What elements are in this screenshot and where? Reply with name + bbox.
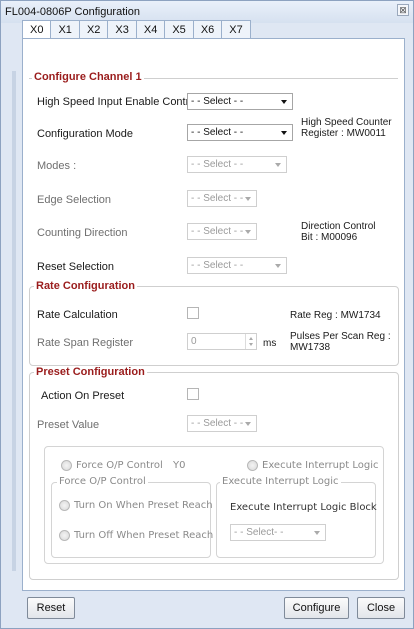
modes-select[interactable]: - - Select - - xyxy=(187,156,287,173)
span-label: Rate Span Register xyxy=(37,337,133,349)
counting-value: - - Select - - xyxy=(191,226,244,237)
reset-select[interactable]: - - Select - - xyxy=(187,257,287,274)
rate-reg-label: Rate Reg : MW1734 xyxy=(290,310,381,321)
window-title: FL004-0806P Configuration xyxy=(5,6,140,18)
chevron-down-icon xyxy=(275,264,281,268)
preset-value-select[interactable]: - - Select - - xyxy=(187,415,257,432)
close-button[interactable]: Close xyxy=(357,597,405,619)
config-window: FL004-0806P Configuration ⊠ X0 X1 X2 X3 … xyxy=(0,0,414,629)
counting-select[interactable]: - - Select - - xyxy=(187,223,257,240)
reset-button[interactable]: Reset xyxy=(27,597,75,619)
counting-label: Counting Direction xyxy=(37,227,128,239)
force-op-address: Y0 xyxy=(173,460,186,471)
span-stepper[interactable]: 0 xyxy=(187,333,257,350)
high-speed-input-select[interactable]: - - Select - - xyxy=(187,93,293,110)
reset-label: Reset Selection xyxy=(37,261,115,273)
interrupt-block-value: - - Select- - xyxy=(234,527,284,538)
modes-value: - - Select - - xyxy=(191,159,244,170)
interrupt-radio-label: Execute Interrupt Logic xyxy=(262,460,379,471)
tab-x2[interactable]: X2 xyxy=(78,20,109,39)
channel-title: Configure Channel 1 xyxy=(32,71,144,83)
span-value: 0 xyxy=(191,336,197,347)
turn-on-label: Turn On When Preset Reach xyxy=(74,500,213,511)
rate-title: Rate Configuration xyxy=(34,280,137,292)
high-speed-input-value: - - Select - - xyxy=(191,96,244,107)
chevron-down-icon xyxy=(281,100,287,104)
turn-on-radio[interactable] xyxy=(59,500,70,511)
high-speed-input-label: High Speed Input Enable Control xyxy=(37,96,198,108)
spin-arrows-icon[interactable] xyxy=(245,334,256,349)
direction-line1: Direction Control xyxy=(301,221,376,232)
force-op-group xyxy=(51,482,211,558)
action-checkbox[interactable] xyxy=(187,388,199,400)
tab-x7[interactable]: X7 xyxy=(221,20,251,39)
interrupt-block-label: Execute Interrupt Logic Block xyxy=(230,502,377,513)
tab-x5[interactable]: X5 xyxy=(164,20,194,39)
configure-button[interactable]: Configure xyxy=(284,597,349,619)
rate-group xyxy=(29,286,399,366)
reset-value: - - Select - - xyxy=(191,260,244,271)
rate-calc-label: Rate Calculation xyxy=(37,309,118,321)
chevron-down-icon xyxy=(275,163,281,167)
chevron-down-icon xyxy=(245,197,251,201)
force-op-group-title: Force O/P Control xyxy=(57,476,148,487)
preset-title: Preset Configuration xyxy=(34,366,147,378)
tab-x0[interactable]: X0 xyxy=(22,20,52,40)
config-mode-select[interactable]: - - Select - - xyxy=(187,124,293,141)
tab-x3[interactable]: X3 xyxy=(107,20,137,39)
chevron-down-icon xyxy=(281,131,287,135)
tab-x4[interactable]: X4 xyxy=(135,20,166,39)
config-mode-value: - - Select - - xyxy=(191,127,244,138)
hsc-register-line2: Register : MW0011 xyxy=(301,128,386,139)
turn-off-radio[interactable] xyxy=(59,530,70,541)
tab-x1[interactable]: X1 xyxy=(50,20,80,39)
chevron-down-icon xyxy=(245,230,251,234)
chevron-down-icon xyxy=(245,422,251,426)
pulses-line2: MW1738 xyxy=(290,342,331,353)
direction-line2: Bit : M00096 xyxy=(301,232,358,243)
turn-off-label: Turn Off When Preset Reach xyxy=(74,530,214,541)
interrupt-group-title: Execute Interrupt Logic xyxy=(220,476,341,487)
interrupt-radio[interactable] xyxy=(247,460,258,471)
tab-x6[interactable]: X6 xyxy=(192,20,223,39)
force-op-radio[interactable] xyxy=(61,460,72,471)
span-unit: ms xyxy=(263,338,277,349)
left-scrollbar[interactable] xyxy=(12,71,16,571)
edge-select[interactable]: - - Select - - xyxy=(187,190,257,207)
config-mode-label: Configuration Mode xyxy=(37,128,134,140)
force-op-radio-label: Force O/P Control xyxy=(76,460,163,471)
interrupt-block-select[interactable]: - - Select- - xyxy=(230,524,326,541)
pulses-line1: Pulses Per Scan Reg : xyxy=(290,331,391,342)
close-icon[interactable]: ⊠ xyxy=(397,4,409,16)
rate-calc-checkbox[interactable] xyxy=(187,307,199,319)
edge-label: Edge Selection xyxy=(37,194,111,206)
modes-label: Modes : xyxy=(37,160,77,172)
preset-value-value: - - Select - - xyxy=(191,418,244,429)
tab-panel: Configure Channel 1 High Speed Input Ena… xyxy=(22,38,405,591)
chevron-down-icon xyxy=(314,531,320,535)
action-label: Action On Preset xyxy=(41,390,125,402)
edge-value: - - Select - - xyxy=(191,193,244,204)
interrupt-group xyxy=(216,482,376,558)
preset-value-label: Preset Value xyxy=(37,419,100,431)
hsc-register-line1: High Speed Counter xyxy=(301,117,392,128)
channel-tabs: X0 X1 X2 X3 X4 X5 X6 X7 xyxy=(22,20,251,40)
